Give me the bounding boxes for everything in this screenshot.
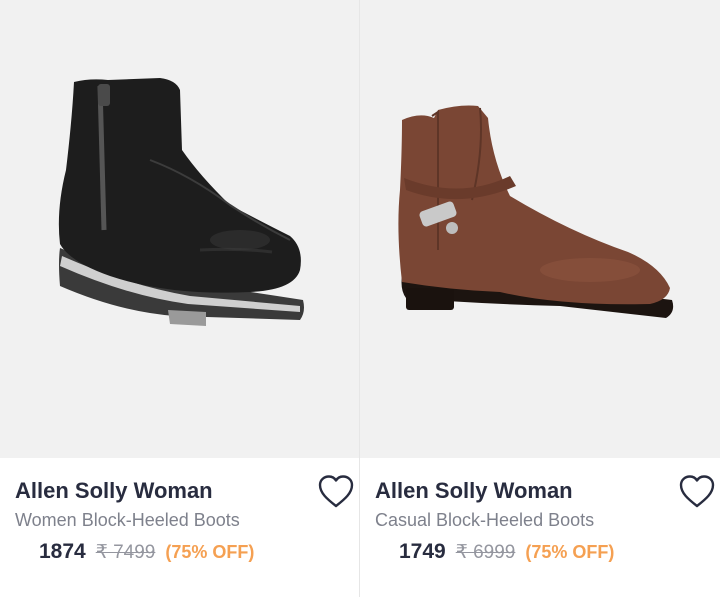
selling-price: 1874 — [39, 540, 86, 563]
price-row: 1749 ₹ 6999 (75% OFF) — [399, 540, 614, 564]
heart-outline-icon — [318, 475, 354, 508]
original-price: ₹ 7499 — [95, 542, 156, 563]
product-card[interactable]: Allen Solly Woman Casual Block-Heeled Bo… — [359, 0, 720, 597]
wishlist-button[interactable] — [317, 474, 355, 510]
product-title: Women Block-Heeled Boots — [15, 510, 240, 530]
black-wedge-boot-image — [58, 78, 304, 326]
selling-price: 1749 — [399, 540, 446, 563]
product-brand: Allen Solly Woman — [15, 478, 213, 503]
wishlist-button[interactable] — [678, 474, 716, 510]
price-row: 1874 ₹ 7499 (75% OFF) — [39, 540, 254, 564]
original-price: ₹ 6999 — [455, 542, 516, 563]
product-grid: Allen Solly Woman Women Block-Heeled Boo… — [0, 0, 720, 597]
heart-outline-icon — [679, 475, 715, 508]
product-brand: Allen Solly Woman — [375, 478, 573, 503]
product-image[interactable] — [360, 0, 720, 458]
discount-label: (75% OFF) — [525, 542, 615, 562]
product-image[interactable] — [0, 0, 359, 458]
brown-buckle-boot-image — [398, 105, 674, 318]
product-card[interactable]: Allen Solly Woman Women Block-Heeled Boo… — [0, 0, 359, 597]
product-title: Casual Block-Heeled Boots — [375, 510, 595, 530]
discount-label: (75% OFF) — [165, 542, 255, 562]
